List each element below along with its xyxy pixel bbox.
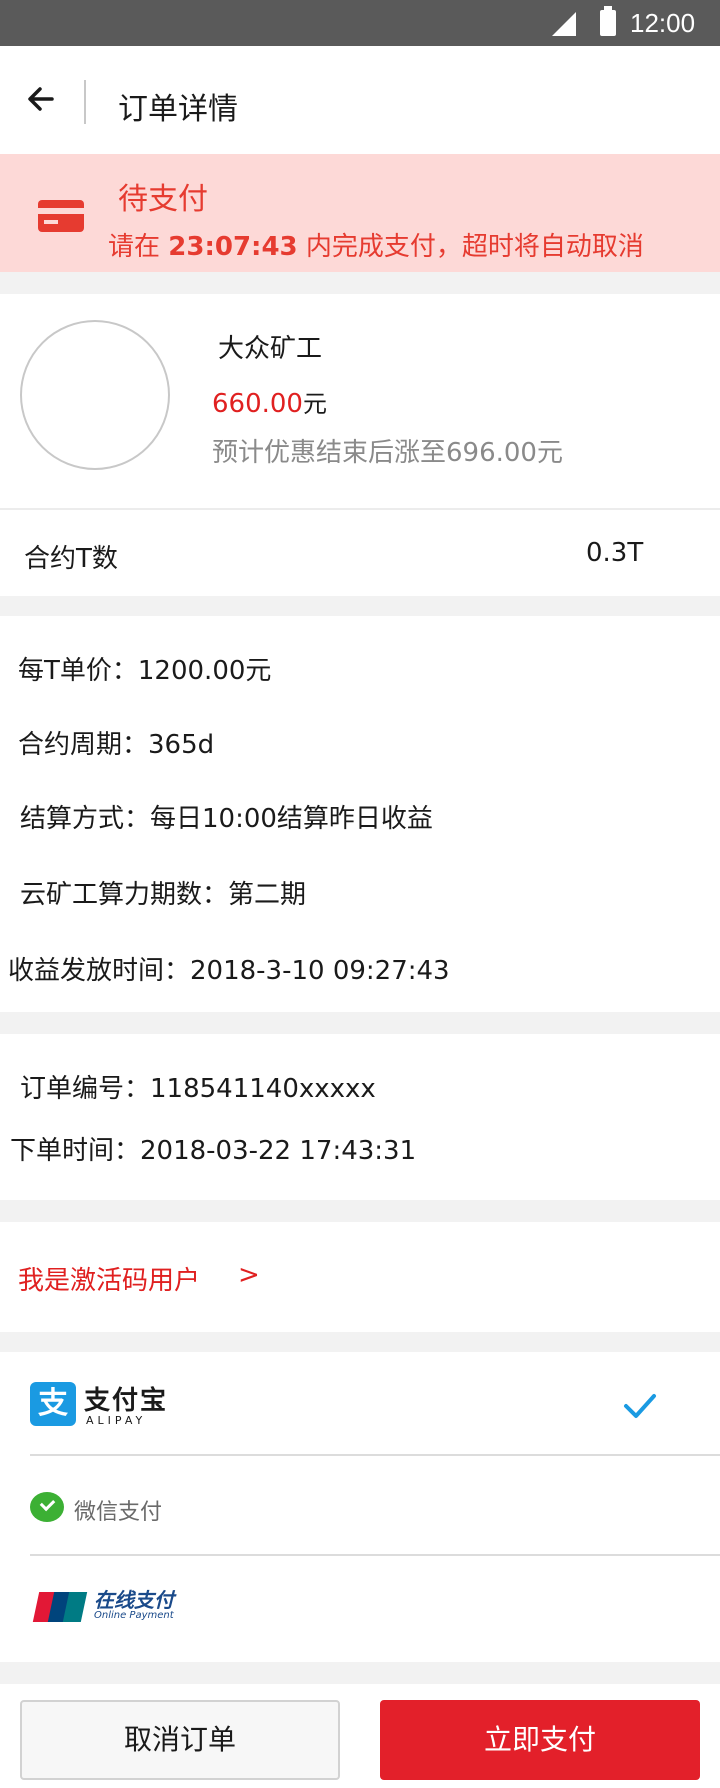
contract-period-line: 合约周期：365d bbox=[18, 730, 215, 760]
product-card: 大众矿工 660.00元 预计优惠结束后涨至696.00元 bbox=[0, 294, 720, 508]
unionpay-icon bbox=[32, 1592, 88, 1622]
pending-message-prefix: 请在 bbox=[108, 232, 161, 262]
back-button[interactable] bbox=[22, 76, 68, 122]
pending-status-title: 待支付 bbox=[118, 182, 208, 217]
pending-message: 请在 23:07:43 内完成支付，超时将自动取消 bbox=[108, 226, 644, 263]
contract-details: 每T单价：1200.00元 合约周期：365d 结算方式：每日10:00结算昨日… bbox=[0, 616, 720, 1012]
contract-amount-row: 合约T数 0.3T bbox=[0, 508, 720, 596]
signal-icon bbox=[552, 12, 576, 36]
contract-amount-value: 0.3T bbox=[586, 538, 644, 568]
credit-card-icon bbox=[38, 200, 84, 232]
order-info: 订单编号：118541140xxxxx 下单时间：2018-03-22 17:4… bbox=[0, 1034, 720, 1200]
alipay-icon: 支 bbox=[30, 1382, 76, 1426]
price-increase-note: 预计优惠结束后涨至696.00元 bbox=[212, 438, 563, 468]
status-time: 12:00 bbox=[630, 8, 696, 38]
settlement-method-line: 结算方式：每日10:00结算昨日收益 bbox=[20, 804, 433, 834]
payment-option-alipay[interactable]: 支 支付宝 ALIPAY bbox=[0, 1352, 720, 1452]
cancel-order-button[interactable]: 取消订单 bbox=[20, 1700, 340, 1780]
countdown-timer: 23:07:43 bbox=[168, 232, 298, 262]
app-header: 订单详情 bbox=[0, 46, 720, 154]
wechat-pay-label: 微信支付 bbox=[74, 1500, 163, 1525]
product-price: 660.00元 bbox=[212, 384, 327, 419]
status-bar: 12:00 bbox=[0, 0, 720, 46]
price-value: 660.00 bbox=[212, 389, 303, 419]
checkmark-icon bbox=[624, 1394, 656, 1418]
header-divider bbox=[84, 80, 86, 124]
order-number-line: 订单编号：118541140xxxxx bbox=[20, 1074, 376, 1104]
pay-now-button[interactable]: 立即支付 bbox=[380, 1700, 700, 1780]
unionpay-label: 在线支付 bbox=[94, 1588, 174, 1612]
page-title: 订单详情 bbox=[118, 92, 238, 127]
payment-option-wechat[interactable]: 微信支付 bbox=[0, 1456, 720, 1556]
pending-payment-banner: 待支付 请在 23:07:43 内完成支付，超时将自动取消 bbox=[0, 154, 720, 272]
pending-message-suffix: 内完成支付，超时将自动取消 bbox=[305, 232, 644, 262]
order-time-line: 下单时间：2018-03-22 17:43:31 bbox=[10, 1136, 417, 1166]
payment-option-unionpay[interactable]: 在线支付 Online Payment bbox=[0, 1556, 720, 1656]
payout-time-line: 收益发放时间：2018-3-10 09:27:43 bbox=[8, 956, 450, 986]
alipay-label: 支付宝 bbox=[84, 1386, 169, 1416]
hashrate-phase-line: 云矿工算力期数：第二期 bbox=[20, 880, 307, 910]
chevron-right-icon: > bbox=[238, 1260, 260, 1290]
payment-methods: 支 支付宝 ALIPAY 微信支付 在线支付 Online Payment bbox=[0, 1352, 720, 1662]
price-unit: 元 bbox=[302, 390, 327, 418]
back-arrow-icon bbox=[28, 87, 54, 111]
product-image-placeholder bbox=[20, 320, 170, 470]
battery-icon bbox=[600, 6, 616, 36]
activation-code-label: 我是激活码用户 bbox=[18, 1266, 201, 1296]
alipay-sublabel: ALIPAY bbox=[86, 1414, 147, 1427]
unit-price-line: 每T单价：1200.00元 bbox=[18, 656, 272, 686]
contract-amount-label: 合约T数 bbox=[24, 544, 118, 574]
unionpay-sublabel: Online Payment bbox=[94, 1610, 174, 1621]
wechat-pay-icon bbox=[30, 1492, 64, 1522]
product-name: 大众矿工 bbox=[218, 334, 323, 364]
bottom-action-bar: 取消订单 立即支付 bbox=[0, 1684, 720, 1788]
activation-code-link[interactable]: 我是激活码用户 > bbox=[0, 1222, 720, 1332]
